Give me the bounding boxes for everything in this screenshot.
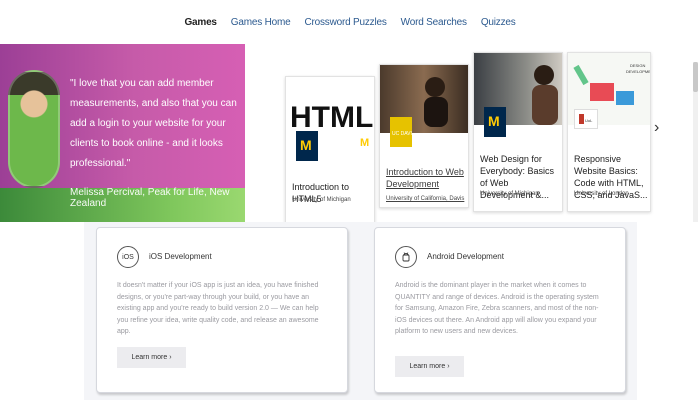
london-logo-icon: UoL <box>574 109 598 129</box>
course-card[interactable]: M Web Design for Everybody: Basics of We… <box>473 52 563 212</box>
course-card[interactable]: HTML M M Introduction to HTML5 Universit… <box>285 76 375 236</box>
learn-more-button[interactable]: Learn more › <box>117 347 186 368</box>
svg-text:UoL: UoL <box>585 118 593 123</box>
service-description: It doesn't matter if your iOS app is jus… <box>117 282 319 335</box>
thumbnail-text: HTML <box>290 101 373 134</box>
games-nav: Games Games Home Crossword Puzzles Word … <box>0 0 700 44</box>
ios-icon: iOS <box>117 246 139 268</box>
nav-item-games-home[interactable]: Games Home <box>231 17 291 28</box>
course-org: University of California, Davis <box>386 196 465 202</box>
android-icon <box>395 246 417 268</box>
nav-item-crossword-puzzles[interactable]: Crossword Puzzles <box>304 17 386 28</box>
scrollbar-thumb[interactable] <box>693 62 698 92</box>
course-org: University of Michigan <box>480 191 539 197</box>
testimonial-quote: "I love that you can add member measurem… <box>70 78 237 169</box>
service-description: Android is the dominant player in the ma… <box>395 282 599 335</box>
page: Games Games Home Crossword Puzzles Word … <box>0 0 700 400</box>
michigan-small-logo-icon: M <box>360 135 372 149</box>
svg-text:UC DAVIS: UC DAVIS <box>392 131 412 137</box>
page-scrollbar[interactable] <box>693 62 698 222</box>
service-heading: iOS Development <box>149 252 212 261</box>
nav-item-quizzes[interactable]: Quizzes <box>481 17 516 28</box>
learn-more-button[interactable]: Learn more › <box>395 356 464 377</box>
service-card-android: Android Development Android is the domin… <box>374 227 626 393</box>
svg-text:DEVELOPMENT: DEVELOPMENT <box>626 69 651 74</box>
michigan-logo-icon: M <box>484 107 506 137</box>
course-card[interactable]: UC DAVIS Introduction to Web Development… <box>379 64 469 208</box>
services-section: iOS iOS Development It doesn't matter if… <box>84 222 637 400</box>
service-heading: Android Development <box>427 252 504 261</box>
testimonial-attribution: Melissa Percival, Peak for Life, New Zea… <box>70 187 230 209</box>
svg-text:M: M <box>360 137 369 148</box>
testimonial-banner: "I love that you can add member measurem… <box>0 44 245 222</box>
uc-davis-logo-icon: UC DAVIS <box>390 117 416 147</box>
course-org: University of Michigan <box>292 197 351 203</box>
nav-item-word-searches[interactable]: Word Searches <box>401 17 467 28</box>
service-card-ios: iOS iOS Development It doesn't matter if… <box>96 227 348 393</box>
chevron-right-icon[interactable]: › <box>654 119 659 137</box>
svg-text:M: M <box>488 113 500 129</box>
michigan-logo-icon: M <box>296 131 318 161</box>
course-org: University of London <box>574 191 629 197</box>
course-title-link[interactable]: Introduction to Web Development <box>386 166 466 190</box>
course-carousel: HTML M M Introduction to HTML5 Universit… <box>245 44 700 236</box>
course-card[interactable]: DESIGN DEVELOPMENT UoL Responsive Websit… <box>567 52 651 212</box>
testimonial-avatar <box>8 70 60 188</box>
nav-item-games[interactable]: Games <box>184 17 217 28</box>
android-robot-icon <box>402 252 410 262</box>
svg-text:M: M <box>300 137 312 153</box>
svg-text:DESIGN: DESIGN <box>630 63 645 68</box>
